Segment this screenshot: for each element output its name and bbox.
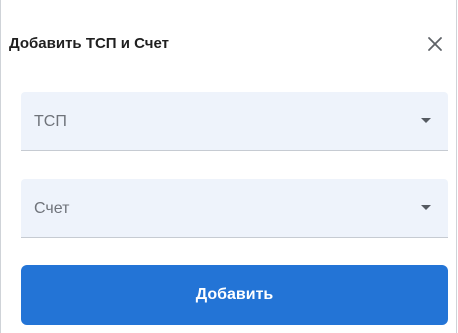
account-select-label: Счет	[34, 200, 70, 217]
dropdown-arrow-icon	[421, 205, 431, 210]
tsp-select[interactable]: ТСП	[21, 92, 448, 151]
close-button[interactable]	[422, 31, 448, 57]
tsp-select-label: ТСП	[34, 113, 67, 130]
add-tsp-account-dialog: Добавить ТСП и Счет ТСП Счет Добавить	[0, 0, 457, 333]
dialog-title: Добавить ТСП и Счет	[9, 35, 169, 52]
dropdown-arrow-icon	[421, 118, 431, 123]
close-icon	[428, 37, 442, 51]
account-select[interactable]: Счет	[21, 179, 448, 238]
add-button[interactable]: Добавить	[21, 265, 448, 325]
